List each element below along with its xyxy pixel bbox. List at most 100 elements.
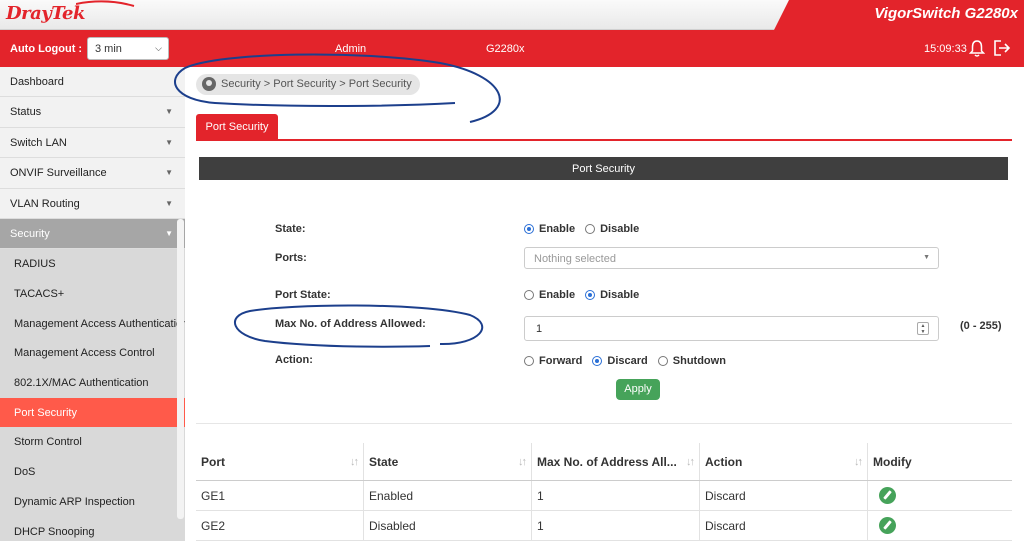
caret-down-icon: ▼ — [165, 198, 173, 208]
submenu-item-mgmt-access-auth[interactable]: Management Access Authentication — [0, 309, 185, 339]
cell-port: GE2 — [196, 511, 364, 540]
cell-action: Discard — [700, 511, 868, 540]
action-discard-radio[interactable]: Discard — [592, 355, 648, 367]
caret-down-icon: ▼ — [165, 107, 173, 117]
sidebar-item-label: VLAN Routing — [10, 197, 80, 210]
caret-down-icon: ▼ — [165, 228, 173, 238]
submenu-item-dai[interactable]: Dynamic ARP Inspection — [0, 487, 185, 517]
column-header-label: Max No. of Address All... — [537, 455, 677, 469]
sidebar-item-status[interactable]: Status ▼ — [0, 97, 185, 128]
table-header: Port ↓↑ State ↓↑ Max No. of Address All...… — [196, 443, 1012, 481]
cell-modify — [868, 511, 1012, 540]
sidebar-item-security[interactable]: Security ▼ — [0, 218, 185, 250]
max-address-range: (0 - 255) — [960, 320, 1002, 332]
ports-placeholder: Nothing selected — [534, 253, 616, 265]
radio-checked-icon — [585, 290, 596, 300]
cell-max-address: 1 — [532, 511, 700, 540]
sidebar: Dashboard Status ▼ Switch LAN ▼ ONVIF Surv… — [0, 67, 185, 541]
port-state-disable-radio[interactable]: Disable — [585, 289, 639, 301]
top-header: Auto Logout : 3 min ⌵ Admin G2280x 15:09… — [0, 30, 1024, 67]
caret-down-icon: ▼ — [165, 137, 173, 147]
breadcrumb: Security > Port Security > Port Security — [196, 74, 420, 95]
logout-icon[interactable] — [993, 39, 1011, 57]
sidebar-item-dashboard[interactable]: Dashboard — [0, 67, 185, 98]
max-address-value: 1 — [536, 323, 543, 335]
column-header-modify: Modify — [868, 443, 1012, 480]
max-address-label: Max No. of Address Allowed: — [275, 318, 426, 330]
caret-down-icon: ▼ — [165, 168, 173, 178]
auto-logout-label: Auto Logout : — [10, 43, 83, 55]
draytek-logo: DrayTek — [6, 3, 85, 24]
location-pin-icon — [202, 77, 216, 91]
action-forward-radio[interactable]: Forward — [524, 355, 582, 367]
radio-label: Disable — [600, 223, 640, 235]
edit-icon[interactable] — [879, 517, 896, 534]
submenu-item-dos[interactable]: DoS — [0, 457, 185, 487]
sidebar-item-switch-lan[interactable]: Switch LAN ▼ — [0, 128, 185, 159]
cell-modify — [868, 481, 1012, 510]
cell-state: Disabled — [364, 511, 532, 540]
sort-icon: ↓↑ — [686, 456, 695, 468]
radio-label: Enable — [539, 223, 576, 235]
column-header-state[interactable]: State ↓↑ — [364, 443, 532, 480]
submenu-item-port-security[interactable]: Port Security — [0, 397, 185, 428]
port-security-table: Port ↓↑ State ↓↑ Max No. of Address All...… — [196, 443, 1012, 541]
tab-port-security[interactable]: Port Security — [196, 114, 278, 140]
column-header-action[interactable]: Action ↓↑ — [700, 443, 868, 480]
submenu-item-dhcp-snooping[interactable]: DHCP Snooping — [0, 517, 185, 541]
cell-state: Enabled — [364, 481, 532, 510]
edit-icon[interactable] — [879, 487, 896, 504]
sidebar-item-label: Switch LAN — [10, 136, 67, 149]
submenu-item-storm-control[interactable]: Storm Control — [0, 427, 185, 457]
apply-button[interactable]: Apply — [616, 379, 660, 400]
state-disable-radio[interactable]: Disable — [585, 223, 639, 235]
radio-unchecked-icon — [524, 290, 534, 300]
sidebar-item-label: Status — [10, 106, 42, 119]
table-row: GE1 Enabled 1 Discard — [196, 481, 1012, 511]
auto-logout-value: 3 min — [95, 43, 122, 55]
submenu-item-radius[interactable]: RADIUS — [0, 249, 185, 279]
sidebar-scrollbar[interactable] — [177, 219, 184, 519]
submenu-item-tacacs[interactable]: TACACS+ — [0, 279, 185, 309]
sidebar-item-onvif[interactable]: ONVIF Surveillance ▼ — [0, 158, 185, 189]
action-radio-group: Forward Discard Shutdown — [524, 355, 736, 367]
column-header-max-address[interactable]: Max No. of Address All... ↓↑ — [532, 443, 700, 480]
column-header-label: Port — [201, 455, 225, 469]
max-address-input[interactable]: 1 ▲ ▼ — [524, 316, 939, 341]
radio-label: Disable — [600, 289, 640, 301]
logo-swoosh-icon — [76, 0, 135, 7]
radio-checked-icon — [592, 356, 603, 366]
bell-icon[interactable] — [969, 39, 985, 57]
brand-bar: DrayTek VigorSwitch G2280x — [0, 0, 1024, 30]
state-label: State: — [275, 223, 306, 235]
state-radio-group: Enable Disable — [524, 223, 649, 235]
sort-icon: ↓↑ — [350, 456, 359, 468]
chevron-down-icon: ⌵ — [155, 43, 162, 53]
ports-select[interactable]: Nothing selected ▼ — [524, 247, 939, 269]
radio-unchecked-icon — [524, 356, 534, 366]
radio-checked-icon — [524, 224, 534, 234]
caret-down-icon: ▼ — [923, 254, 930, 261]
auto-logout-select[interactable]: 3 min ⌵ — [87, 37, 169, 60]
port-state-enable-radio[interactable]: Enable — [524, 289, 575, 301]
section-divider — [196, 423, 1012, 424]
system-time: 15:09:33 — [924, 43, 967, 55]
radio-label: Shutdown — [672, 355, 726, 367]
action-label: Action: — [275, 354, 313, 366]
tab-underline — [196, 139, 1012, 141]
current-user: Admin — [335, 43, 367, 55]
action-shutdown-radio[interactable]: Shutdown — [657, 355, 726, 367]
sort-icon: ↓↑ — [518, 456, 527, 468]
panel-title: Port Security — [199, 157, 1008, 180]
breadcrumb-text: Security > Port Security > Port Security — [221, 78, 412, 90]
submenu-item-mgmt-access-control[interactable]: Management Access Control — [0, 338, 185, 368]
column-header-label: Modify — [873, 455, 912, 469]
spinner-icon[interactable]: ▲ ▼ — [917, 322, 929, 335]
column-header-port[interactable]: Port ↓↑ — [196, 443, 364, 480]
submenu-item-8021x[interactable]: 802.1X/MAC Authentication — [0, 368, 185, 398]
sidebar-item-vlan-routing[interactable]: VLAN Routing ▼ — [0, 189, 185, 219]
state-enable-radio[interactable]: Enable — [524, 223, 575, 235]
sidebar-item-label: ONVIF Surveillance — [10, 167, 107, 180]
sidebar-item-label: Dashboard — [10, 76, 64, 88]
radio-unchecked-icon — [657, 356, 668, 366]
